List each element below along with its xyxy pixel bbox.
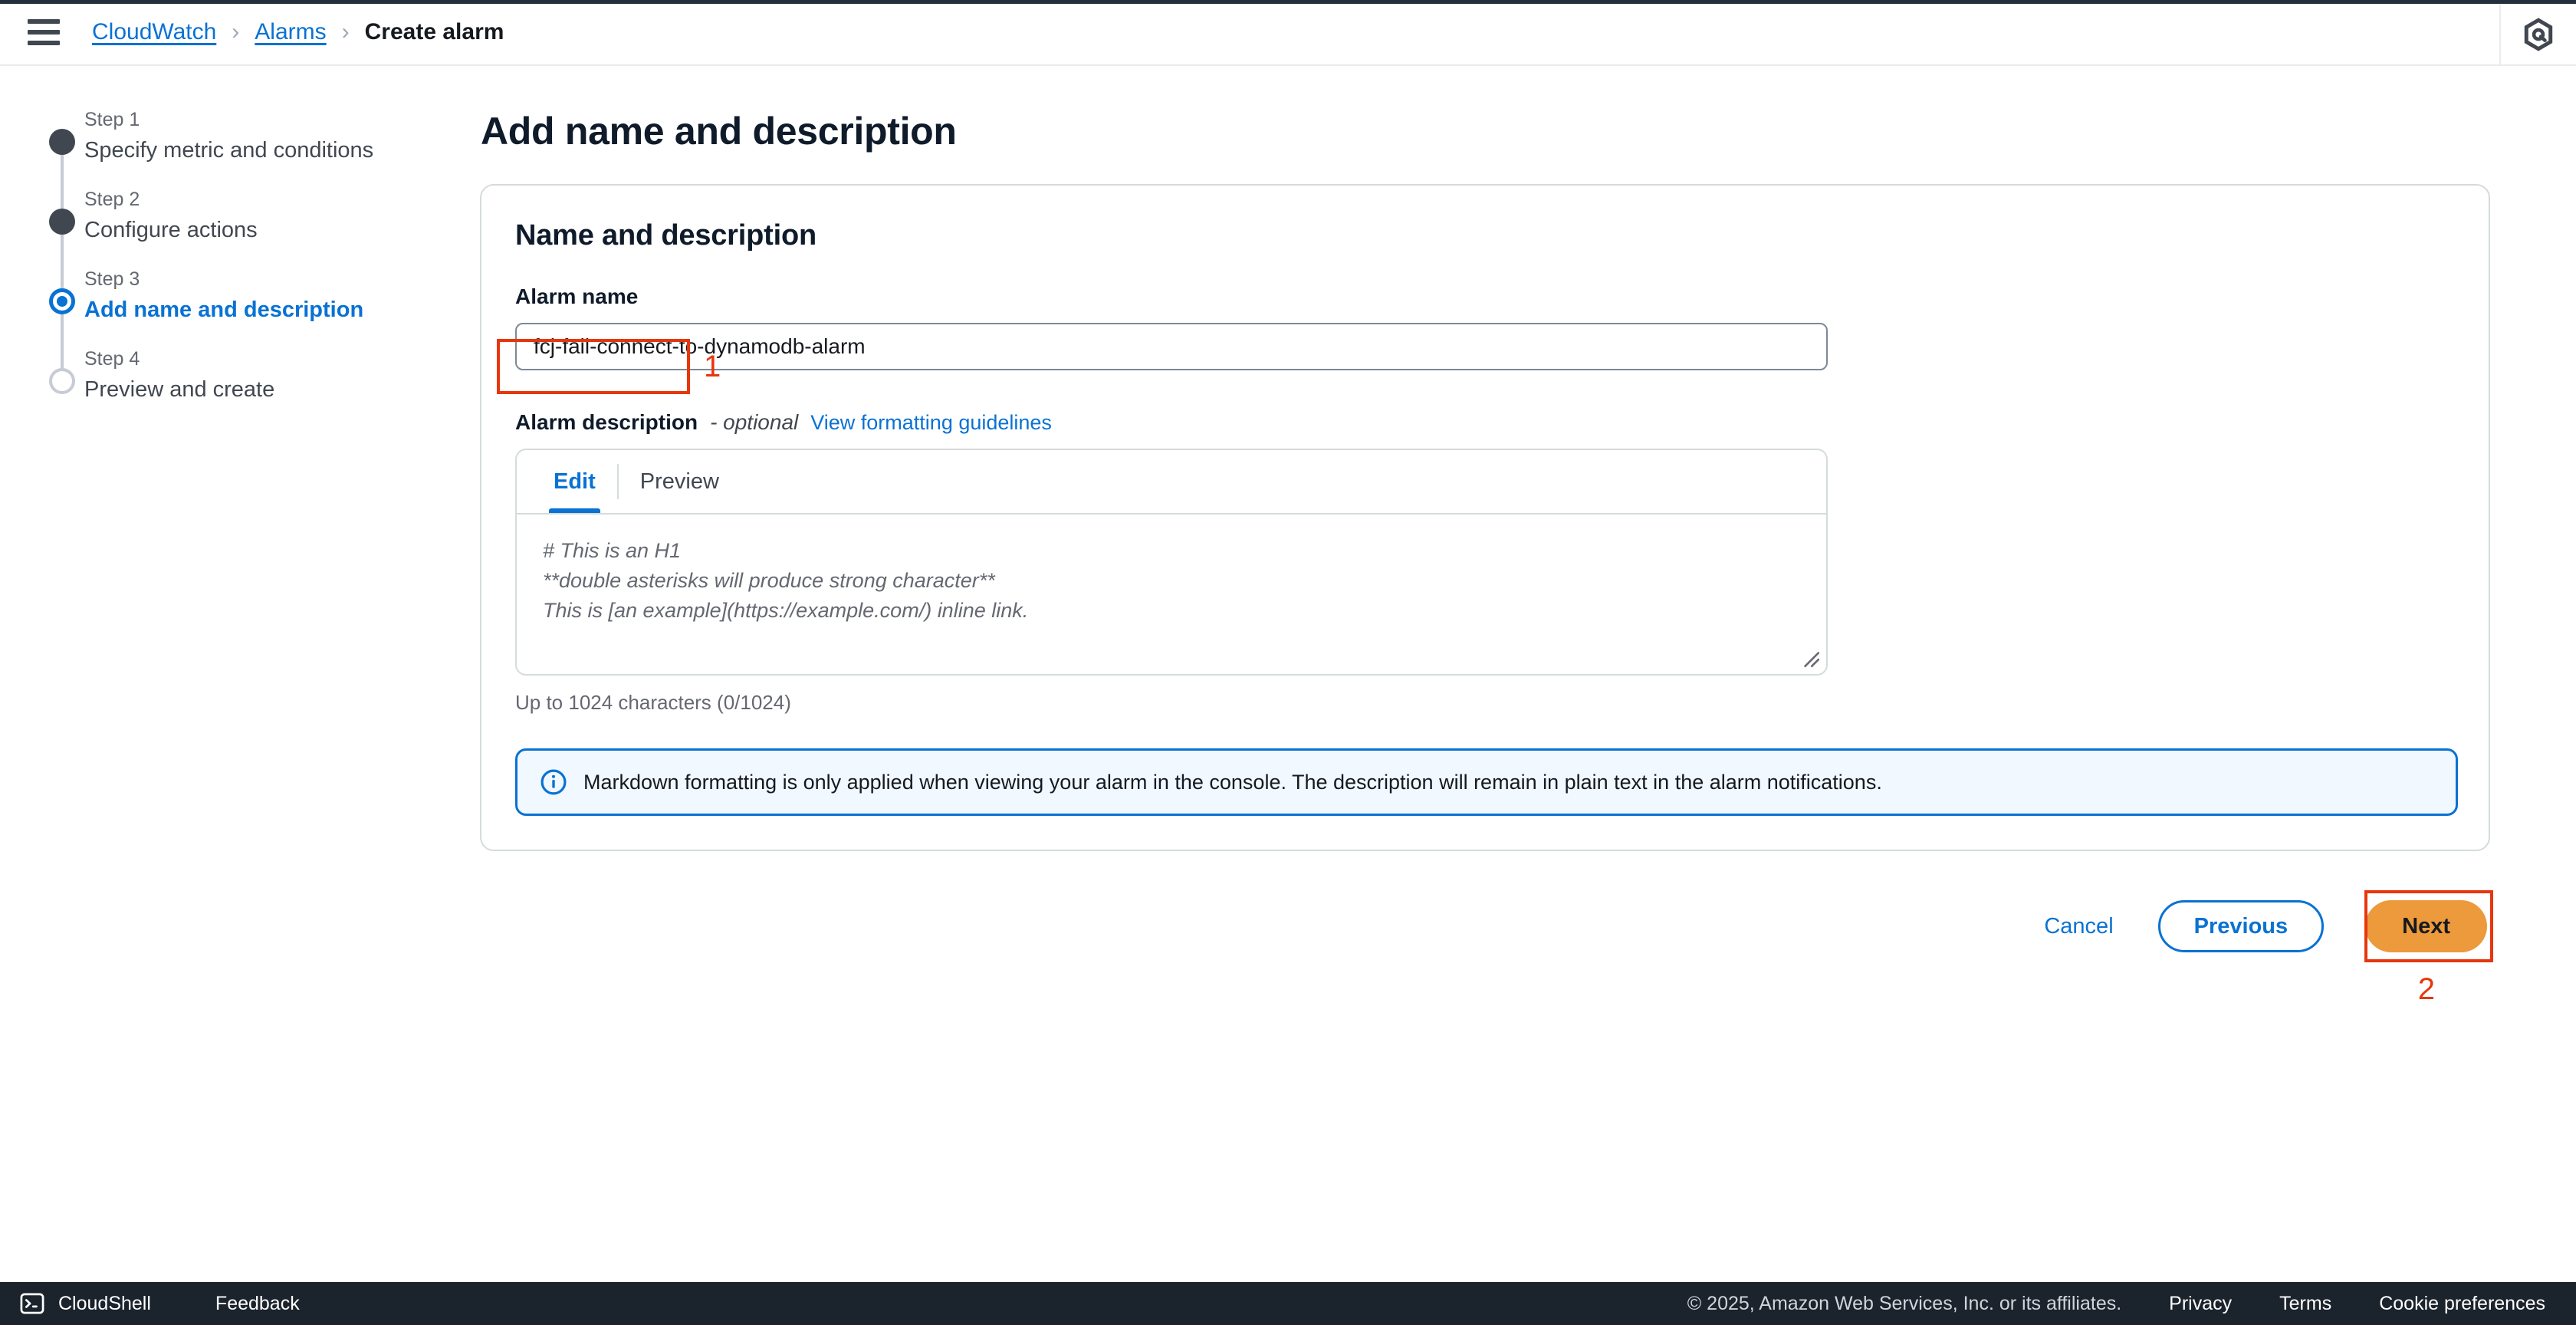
page-title: Add name and description [481, 110, 957, 153]
alarm-name-label: Alarm name [515, 284, 639, 308]
alarm-description-label-row: Alarm description - optional View format… [515, 410, 2455, 435]
cookie-preferences-link[interactable]: Cookie preferences [2379, 1293, 2545, 1315]
hamburger-menu-icon[interactable] [28, 17, 63, 48]
status-bar: CloudShell Feedback © 2025, Amazon Web S… [0, 1282, 2576, 1325]
header-accent-strip [0, 0, 2576, 4]
step-status-dot-pending [49, 368, 75, 394]
character-counter: Up to 1024 characters (0/1024) [515, 691, 791, 714]
annotation-number-1: 1 [704, 350, 721, 383]
terms-link[interactable]: Terms [2279, 1293, 2331, 1315]
feedback-link[interactable]: Feedback [215, 1293, 300, 1315]
hamburger-bar [28, 19, 60, 24]
amazon-q-hexagon-icon [2524, 17, 2553, 51]
breadcrumb-separator: › [232, 19, 240, 44]
alarm-description-label: Alarm description [515, 410, 698, 434]
resize-handle-icon[interactable] [1800, 648, 1820, 668]
placeholder-line: **double asterisks will produce strong c… [543, 569, 995, 593]
breadcrumb-item-create-alarm: Create alarm [364, 19, 504, 44]
placeholder-line: This is [an example](https://example.com… [543, 599, 1029, 623]
step-number: Step 3 [84, 268, 140, 290]
name-and-description-card: Name and description Alarm name 1 Alarm … [480, 184, 2490, 851]
step-item-2[interactable]: Step 2 Configure actions [49, 189, 475, 305]
step-status-dot-done [49, 129, 75, 155]
description-editor: Edit Preview # This is an H1 **double as… [515, 449, 1828, 676]
main-content: Add name and description Name and descri… [480, 66, 2576, 1004]
cancel-button[interactable]: Cancel [2041, 906, 2116, 947]
step-status-dot-done [49, 209, 75, 235]
status-bar-left: CloudShell Feedback [20, 1291, 300, 1316]
placeholder-line: # This is an H1 [543, 539, 682, 562]
info-circle-icon [540, 769, 567, 795]
breadcrumb-item-alarms[interactable]: Alarms [255, 19, 326, 45]
step-item-1[interactable]: Step 1 Specify metric and conditions [49, 109, 475, 225]
breadcrumb: CloudWatch › Alarms › Create alarm [92, 19, 504, 45]
editor-tab-bar: Edit Preview [517, 450, 1826, 515]
breadcrumb-item-cloudwatch[interactable]: CloudWatch [92, 19, 216, 45]
card-title: Name and description [515, 219, 816, 252]
hamburger-bar [28, 41, 60, 45]
assistant-button[interactable] [2499, 4, 2576, 64]
step-label: Specify metric and conditions [84, 138, 374, 163]
step-navigation: Step 1 Specify metric and conditions Ste… [0, 66, 475, 429]
step-number: Step 2 [84, 189, 140, 210]
description-textarea[interactable]: # This is an H1 **double asterisks will … [517, 515, 1826, 674]
step-number: Step 4 [84, 348, 140, 370]
status-bar-right: © 2025, Amazon Web Services, Inc. or its… [1687, 1293, 2545, 1315]
next-button[interactable]: Next [2365, 900, 2487, 952]
terminal-icon [20, 1293, 44, 1314]
wizard-action-buttons: Cancel Previous Next 2 [480, 890, 2493, 1004]
tab-edit[interactable]: Edit [532, 450, 617, 513]
step-number: Step 1 [84, 109, 140, 130]
annotation-number-2: 2 [2417, 972, 2435, 1006]
step-label: Configure actions [84, 218, 258, 242]
step-label: Add name and description [84, 298, 364, 322]
hamburger-bar [28, 30, 60, 35]
privacy-link[interactable]: Privacy [2169, 1293, 2232, 1315]
step-item-3[interactable]: Step 3 Add name and description [49, 268, 475, 385]
copyright-text: © 2025, Amazon Web Services, Inc. or its… [1687, 1292, 2122, 1314]
previous-button[interactable]: Previous [2157, 900, 2325, 952]
step-item-4[interactable]: Step 4 Preview and create [49, 350, 475, 429]
tab-preview[interactable]: Preview [619, 450, 741, 513]
top-header-bar: CloudWatch › Alarms › Create alarm [0, 0, 2576, 66]
breadcrumb-separator: › [341, 19, 350, 44]
alert-message: Markdown formatting is only applied when… [583, 770, 1882, 794]
cloudshell-button[interactable]: CloudShell [58, 1293, 151, 1315]
step-status-dot-active [49, 288, 75, 314]
markdown-info-alert: Markdown formatting is only applied when… [515, 748, 2458, 816]
alarm-description-optional: - optional [710, 410, 799, 434]
view-formatting-guidelines-link[interactable]: View formatting guidelines [810, 411, 1052, 435]
step-label: Preview and create [84, 377, 275, 402]
